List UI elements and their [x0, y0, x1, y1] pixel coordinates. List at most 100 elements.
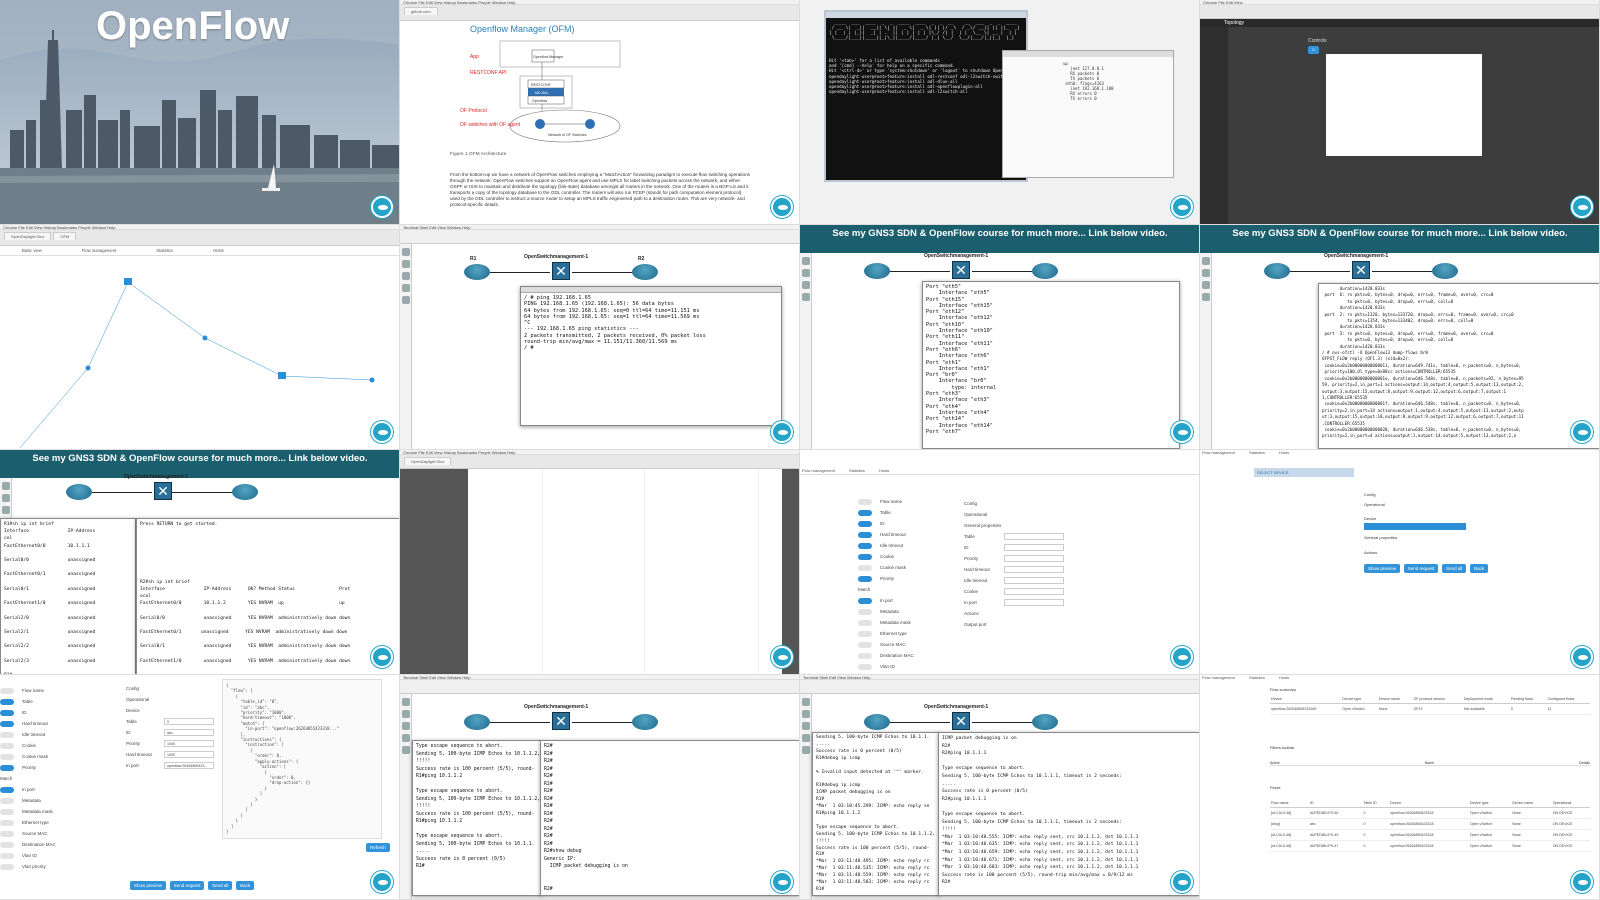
column-header[interactable]: Pending flows	[1509, 695, 1547, 704]
openflow-switch[interactable]	[552, 262, 570, 280]
tab-flow-management[interactable]: Flow management	[1202, 450, 1235, 456]
terminal-window[interactable]: / # ping 192.168.1.65 PING 192.168.1.65 …	[520, 286, 782, 426]
reload-button[interactable]: ↻	[1308, 46, 1319, 54]
column-header[interactable]: Device name	[1511, 799, 1552, 808]
column-header[interactable]: Device type	[1468, 799, 1512, 808]
field-toggle[interactable]	[0, 819, 14, 826]
field-toggle[interactable]	[0, 786, 14, 793]
field-toggle[interactable]	[858, 542, 872, 549]
select-device-bar[interactable]: SELECT DEVICE	[1254, 468, 1354, 477]
field-toggle[interactable]	[0, 863, 14, 870]
in-port-input[interactable]	[1004, 599, 1064, 606]
field-value[interactable]: abc	[164, 729, 214, 736]
column-header[interactable]: Operational	[1551, 799, 1590, 808]
field-toggle[interactable]	[858, 652, 872, 659]
tab-statistics[interactable]: Statistics	[156, 248, 173, 255]
table-row[interactable]: openflow:262648554233160 Open vSwitch None…	[1270, 703, 1590, 715]
column-header[interactable]: Device	[1389, 799, 1469, 808]
back-button[interactable]: Back	[236, 881, 255, 890]
field-toggle[interactable]	[858, 608, 872, 615]
router-r1[interactable]	[1264, 263, 1290, 279]
field-toggle[interactable]	[0, 753, 14, 760]
field-value[interactable]: 1000	[164, 751, 214, 758]
tab-flow-management[interactable]: Flow management	[82, 248, 116, 255]
router-r2[interactable]	[232, 484, 258, 500]
table-row[interactable]: [of-Ctrl-0-48] #UF$TABLE*0-47 0 openflow:26…	[1270, 840, 1590, 852]
refresh-button[interactable]: Refresh	[366, 843, 390, 852]
show-preview-button[interactable]: Show preview	[130, 881, 167, 890]
show-preview-button[interactable]: Show preview	[1364, 564, 1401, 573]
router-r1[interactable]	[864, 714, 890, 730]
field-toggle[interactable]	[858, 531, 872, 538]
router-r1[interactable]	[864, 263, 890, 279]
column-header[interactable]: OF protocol version	[1412, 695, 1463, 704]
column-header[interactable]: Flow name	[1270, 799, 1309, 808]
browser-tab[interactable]: OpenDaylight Dlux	[404, 457, 452, 465]
browser-tab[interactable]: OFM	[53, 232, 77, 240]
field-toggle[interactable]	[858, 509, 872, 516]
field-toggle[interactable]	[0, 808, 14, 815]
field-toggle[interactable]	[858, 597, 872, 604]
field-toggle[interactable]	[0, 698, 14, 705]
field-value[interactable]: openflow:26264855423...	[164, 762, 214, 769]
router-r1[interactable]	[464, 714, 490, 730]
send-all-button[interactable]: Send all	[208, 881, 233, 890]
tab-flow-management[interactable]: Flow management	[802, 468, 835, 474]
column-header[interactable]: Device name	[1377, 695, 1413, 704]
back-button[interactable]: Back	[1470, 564, 1489, 573]
tab-hosts[interactable]: Hosts	[879, 468, 889, 474]
field-toggle[interactable]	[858, 619, 872, 626]
column-header[interactable]: Device	[1270, 695, 1342, 704]
openflow-switch[interactable]	[952, 712, 970, 730]
field-toggle[interactable]	[858, 564, 872, 571]
router-r2[interactable]	[632, 714, 658, 730]
tab-flow-management[interactable]: Flow management	[1202, 675, 1235, 681]
r2-console[interactable]: R2# R2# R2# R2# R2# R2# R2# R2# R2# R2# …	[540, 740, 799, 896]
router-r2[interactable]	[1032, 714, 1058, 730]
field-toggle[interactable]	[0, 797, 14, 804]
openflow-switch[interactable]	[154, 482, 172, 500]
field-toggle[interactable]	[0, 720, 14, 727]
tab-hosts[interactable]: Hosts	[1279, 450, 1289, 456]
tab-statistics[interactable]: Statistics	[1249, 675, 1265, 681]
browser-tab[interactable]: github.com	[404, 7, 438, 15]
field-toggle[interactable]	[0, 830, 14, 837]
router-r2[interactable]	[1032, 263, 1058, 279]
field-toggle[interactable]	[0, 852, 14, 859]
field-toggle[interactable]	[858, 575, 872, 582]
column-header[interactable]: Device type	[1341, 695, 1378, 704]
column-header[interactable]: Configured flows	[1546, 695, 1590, 704]
field-toggle[interactable]	[858, 520, 872, 527]
r1-console[interactable]: R1#sh ip int brief Interface IP-Address …	[0, 518, 136, 674]
openflow-switch[interactable]	[952, 261, 970, 279]
tab-statistics[interactable]: Statistics	[1249, 450, 1265, 456]
field-toggle[interactable]	[0, 742, 14, 749]
tab-statistics[interactable]: Statistics	[849, 468, 865, 474]
openflow-switch[interactable]	[552, 712, 570, 730]
field-toggle[interactable]	[858, 630, 872, 637]
router-r2[interactable]	[632, 264, 658, 280]
hard-timeout-input[interactable]	[1004, 566, 1064, 573]
column-header[interactable]: ID	[1308, 799, 1363, 808]
terminal-window[interactable]: Port "eth5" Interface "eth5" Port "eth15…	[922, 281, 1180, 449]
router-r2[interactable]	[1432, 263, 1458, 279]
field-toggle[interactable]	[858, 641, 872, 648]
openflow-switch[interactable]	[1352, 261, 1370, 279]
cookie-input[interactable]	[1004, 588, 1064, 595]
r1-console[interactable]: Type escape sequence to abort. Sending 5…	[412, 740, 542, 896]
table-row[interactable]: [of-Ctrl-0-48] #UF$TABLE*0-49 0 openflow:26…	[1270, 829, 1590, 841]
router-r1[interactable]	[66, 484, 92, 500]
browser-tab[interactable]: OpenDaylight Dlux	[4, 232, 52, 240]
field-toggle[interactable]	[0, 731, 14, 738]
idle-timeout-input[interactable]	[1004, 577, 1064, 584]
field-toggle[interactable]	[0, 841, 14, 848]
table-row[interactable]: [drop] abc 0 openflow:26264855423318 Open vS…	[1270, 818, 1590, 830]
field-toggle[interactable]	[0, 687, 14, 694]
send-request-button[interactable]: Send request	[1403, 564, 1439, 573]
send-request-button[interactable]: Send request	[169, 881, 205, 890]
field-toggle[interactable]	[0, 709, 14, 716]
column-header[interactable]: Deployment mode	[1462, 695, 1510, 704]
priority-input[interactable]	[1004, 555, 1064, 562]
terminal-window[interactable]: duration=1420.833s port 6: rx pkts=0, by…	[1318, 283, 1599, 449]
field-toggle[interactable]	[858, 498, 872, 505]
